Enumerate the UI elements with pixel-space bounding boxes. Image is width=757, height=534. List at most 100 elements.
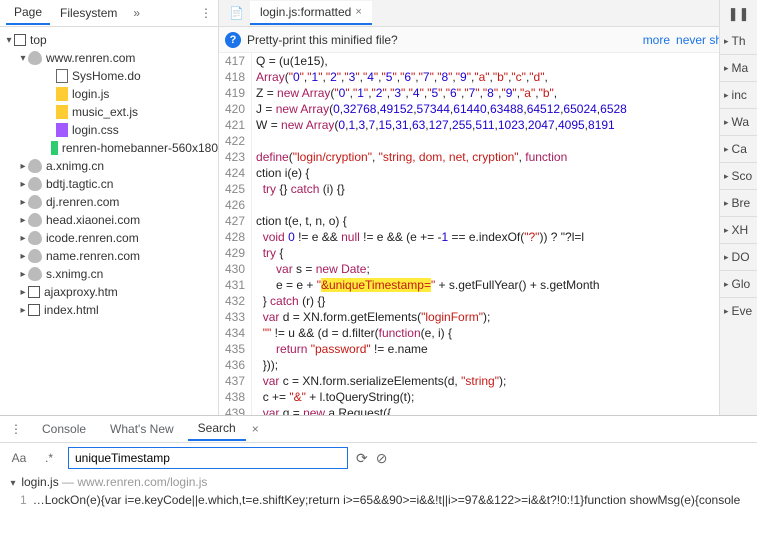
chevron-right-icon: ▸ xyxy=(724,144,729,155)
drawer-menu-icon[interactable]: ⋮ xyxy=(4,418,28,440)
chevron-right-icon: ▸ xyxy=(724,252,729,263)
tree-label: head.xiaonei.com xyxy=(46,213,140,227)
cloud-icon xyxy=(28,231,42,245)
chevron-icon[interactable]: ▸ xyxy=(18,287,28,298)
result-line-text: …LockOn(e){var i=e.keyCode||e.which,t=e.… xyxy=(33,493,741,507)
pretty-print-bar: ? Pretty-print this minified file? more … xyxy=(219,27,757,53)
debug-panel-inc[interactable]: ▸inc xyxy=(720,81,757,108)
tree-label: a.xnimg.cn xyxy=(46,159,104,173)
chevron-icon[interactable]: ▸ xyxy=(18,269,28,280)
tree-file[interactable]: renren-homebanner-560x180 xyxy=(0,139,218,157)
panel-label: Bre xyxy=(732,196,751,210)
chevron-right-icon: ▸ xyxy=(724,90,729,101)
tree-top[interactable]: ▾top xyxy=(0,31,218,49)
css-icon xyxy=(56,123,68,137)
tree-domain[interactable]: ▸icode.renren.com xyxy=(0,229,218,247)
tree-file[interactable]: music_ext.js xyxy=(0,103,218,121)
page-icon xyxy=(56,69,68,83)
tree-domain[interactable]: ▸ dj.renren.com xyxy=(0,193,218,211)
tree-domain[interactable]: ▸ a.xnimg.cn xyxy=(0,157,218,175)
chevron-right-icon: ▸ xyxy=(724,171,729,182)
debug-panel-sco[interactable]: ▸Sco xyxy=(720,162,757,189)
result-filename: login.js xyxy=(21,475,58,489)
tab-filesystem[interactable]: Filesystem xyxy=(52,2,125,24)
pretty-print-more[interactable]: more xyxy=(643,33,670,47)
tree-label: bdtj.tagtic.cn xyxy=(46,177,113,191)
cloud-icon xyxy=(28,159,42,173)
debug-panel-th[interactable]: ▸Th xyxy=(720,28,757,54)
cloud-icon xyxy=(28,267,42,281)
debug-panel-do[interactable]: ▸DO xyxy=(720,243,757,270)
debug-panel-ma[interactable]: ▸Ma xyxy=(720,54,757,81)
tree-label: s.xnimg.cn xyxy=(46,267,103,281)
sidebar-menu-icon[interactable]: ⋮ xyxy=(194,2,218,24)
js-icon xyxy=(56,87,68,101)
cloud-icon xyxy=(28,213,42,227)
debug-panel-glo[interactable]: ▸Glo xyxy=(720,270,757,297)
panel-label: Ma xyxy=(732,61,749,75)
refresh-icon[interactable]: ⟳ xyxy=(356,450,368,467)
debug-panel-eve[interactable]: ▸Eve xyxy=(720,297,757,324)
chevron-icon[interactable]: ▸ xyxy=(18,215,28,226)
tab-page[interactable]: Page xyxy=(6,1,50,25)
search-regex[interactable]: .* xyxy=(38,451,60,465)
tree-file[interactable]: SysHome.do xyxy=(0,67,218,85)
tree-label: name.renren.com xyxy=(46,249,140,263)
debugger-rail: ❚❚ ▸Th▸Ma▸inc▸Wa▸Ca▸Sco▸Bre▸XH▸DO▸Glo▸Ev… xyxy=(719,0,757,415)
chevron-icon[interactable]: ▸ xyxy=(18,179,28,190)
chevron-down-icon[interactable]: ▾ xyxy=(8,478,18,489)
tree-file[interactable]: login.css xyxy=(0,121,218,139)
close-icon[interactable]: × xyxy=(252,422,259,436)
tab-console[interactable]: Console xyxy=(32,418,96,440)
tree-domain[interactable]: ▸ head.xiaonei.com xyxy=(0,211,218,229)
pause-icon[interactable]: ❚❚ xyxy=(720,0,757,28)
tree-frame[interactable]: ▸ ajaxproxy.htm xyxy=(0,283,218,301)
debug-panel-xh[interactable]: ▸XH xyxy=(720,216,757,243)
result-line-number: 1 xyxy=(20,493,27,507)
chevron-icon[interactable]: ▾ xyxy=(4,35,14,46)
win-icon xyxy=(28,304,40,316)
tree-file[interactable]: login.js xyxy=(0,85,218,103)
chevron-icon[interactable]: ▸ xyxy=(18,305,28,316)
editor-tab[interactable]: login.js:formatted × xyxy=(250,1,372,25)
panel-label: Glo xyxy=(732,277,751,291)
panel-label: Sco xyxy=(732,169,753,183)
clear-icon[interactable]: ⊘ xyxy=(376,450,388,467)
search-input[interactable] xyxy=(68,447,348,469)
tree-label: ajaxproxy.htm xyxy=(44,285,118,299)
debug-panel-wa[interactable]: ▸Wa xyxy=(720,108,757,135)
tree-label: dj.renren.com xyxy=(46,195,119,209)
tree-domain[interactable]: ▾ www.renren.com xyxy=(0,49,218,67)
tree-label: music_ext.js xyxy=(72,105,138,119)
panel-label: XH xyxy=(732,223,749,237)
close-icon[interactable]: × xyxy=(355,6,361,18)
panel-label: Ca xyxy=(732,142,747,156)
tabs-more[interactable]: » xyxy=(127,2,146,24)
tree-label: www.renren.com xyxy=(46,51,135,65)
tab-whatsnew[interactable]: What's New xyxy=(100,418,184,440)
debug-panel-ca[interactable]: ▸Ca xyxy=(720,135,757,162)
drawer-tabs: ⋮ Console What's New Search × xyxy=(0,416,757,443)
chevron-icon[interactable]: ▸ xyxy=(18,233,28,244)
chevron-icon[interactable]: ▸ xyxy=(18,197,28,208)
panel-label: Th xyxy=(732,34,746,48)
chevron-icon[interactable]: ▸ xyxy=(18,161,28,172)
cloud-icon xyxy=(28,195,42,209)
search-result-file[interactable]: ▾ login.js — www.renren.com/login.js xyxy=(0,473,757,491)
tab-search[interactable]: Search xyxy=(188,417,246,441)
search-result-line[interactable]: 1 …LockOn(e){var i=e.keyCode||e.which,t=e… xyxy=(0,491,757,509)
img-icon xyxy=(51,141,57,155)
tree-label: SysHome.do xyxy=(72,69,141,83)
pretty-print-text: Pretty-print this minified file? xyxy=(247,33,398,47)
tree-frame[interactable]: ▸index.html xyxy=(0,301,218,319)
chevron-icon[interactable]: ▸ xyxy=(18,251,28,262)
chevron-icon[interactable]: ▾ xyxy=(18,53,28,64)
debug-panel-bre[interactable]: ▸Bre xyxy=(720,189,757,216)
tree-domain[interactable]: ▸ name.renren.com xyxy=(0,247,218,265)
chevron-right-icon: ▸ xyxy=(724,279,729,290)
tree-domain[interactable]: ▸ s.xnimg.cn xyxy=(0,265,218,283)
search-match-case[interactable]: Aa xyxy=(8,451,30,465)
tab-label: login.js:formatted xyxy=(260,5,351,19)
tree-domain[interactable]: ▸ bdtj.tagtic.cn xyxy=(0,175,218,193)
editor-prev-icon[interactable]: 📄 xyxy=(223,2,250,24)
